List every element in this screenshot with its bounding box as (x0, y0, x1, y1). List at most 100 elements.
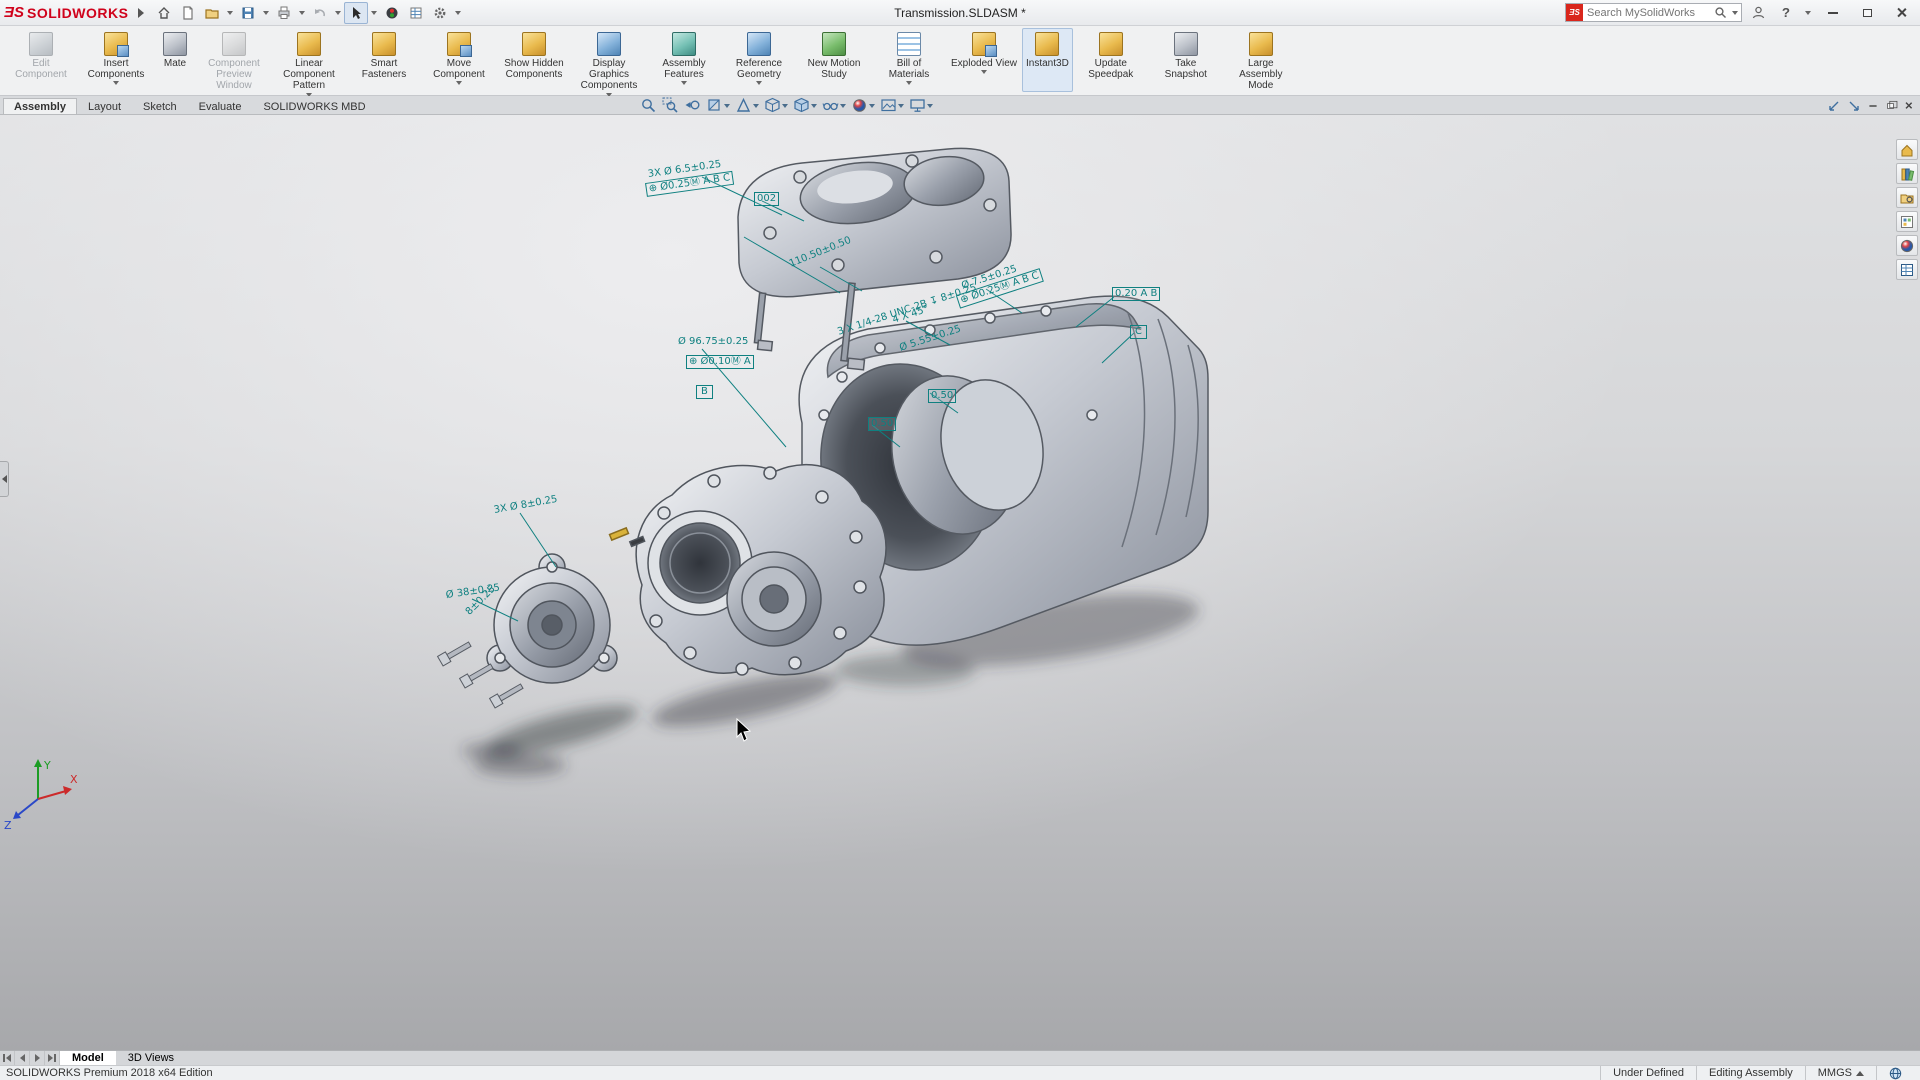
home-button[interactable] (152, 2, 176, 24)
edit-appearance-button[interactable] (849, 97, 877, 115)
dropdown-caret-icon[interactable] (840, 104, 846, 108)
dropdown-caret-icon[interactable] (335, 11, 341, 15)
bearing-cap-part[interactable] (487, 554, 617, 683)
annotation-views-button[interactable] (733, 97, 761, 115)
ribbon-new-motion-study[interactable]: New Motion Study (797, 28, 871, 92)
tab-3d-views[interactable]: 3D Views (116, 1051, 186, 1065)
save-button[interactable] (236, 2, 260, 24)
dropdown-caret-icon[interactable] (681, 81, 687, 85)
ribbon-display-graphics-components[interactable]: Display Graphics Components (572, 28, 646, 92)
dropdown-caret-icon[interactable] (782, 104, 788, 108)
open-button[interactable] (200, 2, 224, 24)
ribbon-large-assembly-mode[interactable]: Large Assembly Mode (1224, 28, 1298, 92)
undo-button[interactable] (308, 2, 332, 24)
feature-control-frame[interactable]: 0.20 A B (1112, 287, 1160, 301)
feature-control-frame[interactable]: 0.50 (868, 417, 896, 431)
print-button[interactable] (272, 2, 296, 24)
datum-flag[interactable]: B (696, 385, 713, 399)
feature-control-frame[interactable]: ⊕ Ø0.10Ⓜ A (686, 355, 754, 369)
ribbon-linear-component-pattern[interactable]: Linear Component Pattern (272, 28, 346, 92)
ribbon-show-hidden-components[interactable]: Show Hidden Components (497, 28, 571, 92)
new-document-button[interactable] (176, 2, 200, 24)
ribbon-smart-fasteners[interactable]: Smart Fasteners (347, 28, 421, 92)
first-tab-button[interactable] (0, 1051, 15, 1065)
feature-control-frame[interactable]: 0.50 (928, 389, 956, 403)
dropdown-caret-icon[interactable] (753, 104, 759, 108)
ribbon-take-snapshot[interactable]: Take Snapshot (1149, 28, 1223, 92)
ribbon-bill-of-materials[interactable]: Bill of Materials (872, 28, 946, 92)
view-orientation-button[interactable] (762, 97, 790, 115)
restore-button[interactable] (1852, 2, 1882, 24)
units-selector[interactable]: MMGS (1805, 1066, 1876, 1080)
last-tab-button[interactable] (45, 1051, 60, 1065)
design-library-button[interactable] (1896, 163, 1918, 184)
close-button[interactable] (1886, 2, 1916, 24)
user-account-button[interactable] (1746, 2, 1770, 24)
doc-restore-icon[interactable] (1887, 103, 1893, 109)
tab-model[interactable]: Model (60, 1051, 116, 1065)
options-button[interactable] (428, 2, 452, 24)
tab-layout[interactable]: Layout (77, 98, 132, 114)
minimize-button[interactable] (1818, 2, 1848, 24)
search-go-button[interactable] (1711, 2, 1729, 24)
view-settings-button[interactable] (907, 97, 935, 115)
dropdown-caret-icon[interactable] (263, 11, 269, 15)
featuremanager-collapse-tab[interactable] (0, 461, 9, 497)
zoom-fit-button[interactable] (638, 97, 659, 115)
ribbon-assembly-features[interactable]: Assembly Features (647, 28, 721, 92)
custom-properties-button[interactable] (1896, 259, 1918, 280)
dropdown-caret-icon[interactable] (927, 104, 933, 108)
appearances-scenes-button[interactable] (1896, 235, 1918, 256)
dropdown-caret-icon[interactable] (456, 81, 462, 85)
dropdown-caret-icon[interactable] (981, 70, 987, 74)
zoom-area-button[interactable] (660, 97, 681, 115)
ribbon-reference-geometry[interactable]: Reference Geometry (722, 28, 796, 92)
help-button[interactable]: ? (1774, 2, 1798, 24)
file-explorer-button[interactable] (1896, 187, 1918, 208)
graphics-area[interactable]: Y X Z 3X Ø 6.5±0.25 ⊕ Ø0.25Ⓜ A B C 002 1… (0, 115, 1920, 1050)
dimension-annotation[interactable]: Ø 96.75±0.25 (678, 336, 748, 348)
dropdown-caret-icon[interactable] (299, 11, 305, 15)
dock-pane-left-icon[interactable] (1828, 100, 1840, 112)
solidworks-resources-button[interactable] (1896, 139, 1918, 160)
tab-evaluate[interactable]: Evaluate (188, 98, 253, 114)
file-properties-button[interactable] (404, 2, 428, 24)
tab-assembly[interactable]: Assembly (3, 98, 77, 114)
dock-pane-right-icon[interactable] (1848, 100, 1860, 112)
ribbon-move-component[interactable]: Move Component (422, 28, 496, 92)
ribbon-exploded-view[interactable]: Exploded View (947, 28, 1021, 92)
hide-show-items-button[interactable] (820, 97, 848, 115)
dropdown-caret-icon[interactable] (811, 104, 817, 108)
doc-close-icon[interactable] (1905, 102, 1913, 110)
dropdown-caret-icon[interactable] (371, 11, 377, 15)
ribbon-edit-component[interactable]: Edit Component (4, 28, 78, 92)
search-scope-caret-icon[interactable] (1732, 11, 1738, 15)
display-style-button[interactable] (791, 97, 819, 115)
datum-flag[interactable]: C (1130, 325, 1147, 339)
connection-status[interactable] (1876, 1066, 1914, 1080)
view-palette-button[interactable] (1896, 211, 1918, 232)
help-caret-icon[interactable] (1805, 11, 1811, 15)
rebuild-button[interactable] (380, 2, 404, 24)
dropdown-caret-icon[interactable] (113, 81, 119, 85)
dropdown-caret-icon[interactable] (906, 81, 912, 85)
dropdown-caret-icon[interactable] (724, 104, 730, 108)
balloon-annotation[interactable]: 002 (754, 192, 779, 206)
ribbon-mate[interactable]: Mate (154, 28, 196, 92)
previous-view-button[interactable] (682, 97, 703, 115)
apply-scene-button[interactable] (878, 97, 906, 115)
tab-solidworks-mbd[interactable]: SOLIDWORKS MBD (252, 98, 376, 114)
next-tab-button[interactable] (30, 1051, 45, 1065)
dropdown-caret-icon[interactable] (227, 11, 233, 15)
section-view-button[interactable] (704, 97, 732, 115)
doc-minimize-icon[interactable] (1869, 105, 1876, 106)
menu-expand-arrow-icon[interactable] (138, 8, 144, 18)
front-cover-part[interactable] (610, 465, 886, 675)
dropdown-caret-icon[interactable] (869, 104, 875, 108)
ribbon-insert-components[interactable]: Insert Components (79, 28, 153, 92)
dropdown-caret-icon[interactable] (756, 81, 762, 85)
ribbon-component-preview-window[interactable]: Component Preview Window (197, 28, 271, 92)
ribbon-update-speedpak[interactable]: Update Speedpak (1074, 28, 1148, 92)
tab-sketch[interactable]: Sketch (132, 98, 188, 114)
ribbon-instant3d[interactable]: Instant3D (1022, 28, 1073, 92)
